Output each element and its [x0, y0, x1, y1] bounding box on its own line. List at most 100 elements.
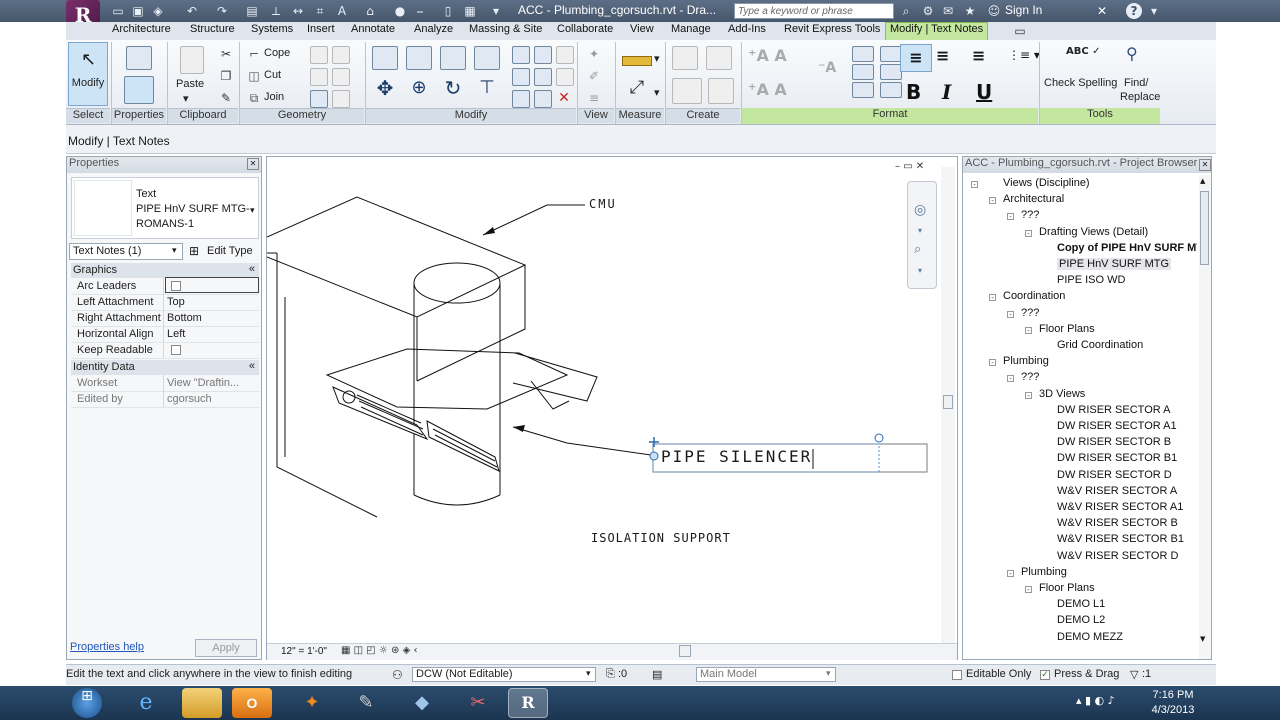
dimension-dropdown-icon[interactable]: ▾ [654, 86, 660, 99]
revit-taskbar-icon[interactable]: R [508, 688, 548, 718]
leader-attach-middle-icon[interactable] [852, 64, 874, 80]
worksets-icon[interactable]: ⚇ [392, 668, 403, 682]
chevron-down-icon[interactable]: ▾ [586, 668, 591, 679]
browser-tree-item[interactable]: Floor Plans [1039, 582, 1095, 594]
vertical-scrollbar[interactable] [941, 167, 955, 643]
user-icon[interactable]: ☺ [986, 3, 1002, 19]
subscription-icon[interactable]: ⚙ [920, 3, 936, 19]
browser-tree-item[interactable]: DEMO L2 [1057, 614, 1105, 626]
paste-dropdown-icon[interactable]: ▾ [183, 92, 189, 105]
tree-toggle-icon[interactable]: - [971, 181, 978, 189]
app-icon-1[interactable]: ✦ [292, 688, 332, 718]
tree-toggle-icon[interactable]: - [1007, 569, 1014, 577]
match-type-icon[interactable]: ✎ [218, 90, 234, 106]
delete-icon[interactable]: ✕ [556, 90, 572, 106]
tree-toggle-icon[interactable]: - [1025, 391, 1032, 399]
type-selector[interactable]: Text PIPE HnV SURF MTG- ROMANS-1 ▾ [71, 177, 259, 239]
tree-toggle-icon[interactable]: - [1007, 213, 1014, 221]
split-gap-icon[interactable] [534, 46, 552, 64]
browser-tree-item[interactable]: ??? [1021, 371, 1039, 383]
apply-button[interactable]: Apply [195, 639, 257, 657]
filter-icon[interactable]: ▽ [1130, 668, 1138, 681]
browser-tree-item[interactable]: W&V RISER SECTOR B1 [1057, 533, 1184, 545]
tree-toggle-icon[interactable]: - [989, 197, 996, 205]
trim-extend-icon[interactable]: ⊤ [474, 79, 500, 102]
browser-tree-item[interactable]: Architectural [1003, 193, 1064, 205]
scroll-down-icon[interactable]: ▼ [1200, 635, 1205, 643]
properties-help-link[interactable]: Properties help [70, 641, 144, 653]
browser-tree-item[interactable]: DW RISER SECTOR B1 [1057, 452, 1177, 464]
steering-wheel-icon[interactable]: ◎ [914, 202, 926, 218]
align-left-icon[interactable]: ≡ [900, 44, 932, 72]
view-scale[interactable]: 12" = 1'-0" [281, 646, 327, 657]
list-format-icon[interactable]: ⋮≡ ▾ [1008, 48, 1040, 62]
browser-tree-item[interactable]: W&V RISER SECTOR D [1057, 550, 1178, 562]
press-drag-checkbox[interactable]: ✓ [1040, 670, 1050, 680]
tab-structure[interactable]: Structure [190, 23, 235, 41]
browser-tree-item[interactable]: DEMO L1 [1057, 598, 1105, 610]
split-element-icon[interactable] [512, 46, 530, 64]
array-icon[interactable] [512, 68, 530, 86]
outlook-icon[interactable]: O [232, 688, 272, 718]
exchange-icon[interactable]: ✕ [1094, 3, 1110, 19]
browser-tree-item[interactable]: PIPE ISO WD [1057, 274, 1125, 286]
override-graphics-icon[interactable]: ✐ [586, 68, 602, 84]
browser-tree-item[interactable]: W&V RISER SECTOR B [1057, 517, 1178, 529]
check-spelling-button[interactable]: Check Spelling [1044, 77, 1117, 89]
prop-keep-readable[interactable]: Keep Readable [71, 342, 259, 359]
tree-toggle-icon[interactable]: - [1025, 586, 1032, 594]
prop-arc-leaders[interactable]: Arc Leaders [71, 277, 259, 295]
scale-icon[interactable] [534, 68, 552, 86]
collapse-icon[interactable]: « [249, 360, 255, 372]
prop-value[interactable]: Top [167, 296, 185, 308]
tab-annotate[interactable]: Annotate [351, 23, 395, 41]
leader-attach-top-icon[interactable] [852, 46, 874, 62]
demolish-icon[interactable] [332, 68, 350, 86]
tab-analyze[interactable]: Analyze [414, 23, 453, 41]
browser-tree-item[interactable]: DW RISER SECTOR A [1057, 404, 1170, 416]
scroll-up-icon[interactable]: ▲ [1200, 177, 1205, 185]
instance-filter-select[interactable]: Text Notes (1) ▾ [69, 243, 183, 260]
dimension-icon[interactable]: ↔ [290, 3, 306, 19]
paste-icon[interactable] [180, 46, 204, 74]
tab-manage[interactable]: Manage [671, 23, 711, 41]
communication-icon[interactable]: ✉ [940, 3, 956, 19]
text-note-editor[interactable]: PIPE SILENCER [661, 447, 812, 466]
cope-button[interactable]: Cope [264, 47, 290, 59]
browser-tree-item[interactable]: ??? [1021, 209, 1039, 221]
move-icon[interactable]: ✥ [372, 78, 398, 102]
paste-button[interactable]: Paste [176, 78, 204, 90]
browser-tree-item[interactable]: DW RISER SECTOR D [1057, 469, 1172, 481]
prop-right-attachment[interactable]: Right Attachment Bottom [71, 310, 259, 327]
3d-view-icon[interactable]: ⌂ [362, 3, 378, 19]
view-control-icons[interactable]: ▦ ◫ ◰ ☼ ⊛ ◈ ‹ [341, 645, 417, 656]
cope-icon[interactable]: ⌐ [246, 46, 262, 62]
sign-in-link[interactable]: Sign In [1005, 3, 1042, 17]
keep-readable-checkbox[interactable] [171, 345, 181, 355]
chevron-down-icon[interactable]: ▾ [918, 226, 922, 235]
rotate-icon[interactable]: ↻ [440, 78, 466, 102]
undo-icon[interactable]: ↶ [184, 3, 200, 19]
create-group-icon[interactable] [706, 46, 732, 70]
help-icon[interactable]: ? [1126, 3, 1142, 19]
taskbar-clock[interactable]: 7:16 PM 4/3/2013 [1146, 688, 1200, 718]
ribbon-minimize-icon[interactable]: ▭ [1012, 23, 1028, 39]
edit-type-button[interactable]: ⊞ Edit Type [187, 243, 257, 260]
browser-tree-item[interactable]: ??? [1021, 307, 1039, 319]
tab-collaborate[interactable]: Collaborate [557, 23, 613, 41]
browser-tree-item[interactable]: W&V RISER SECTOR A [1057, 485, 1177, 497]
trim-multiple-icon[interactable] [512, 90, 530, 108]
tree-toggle-icon[interactable]: - [1025, 326, 1032, 334]
prop-value[interactable]: Left [167, 328, 185, 340]
horizontal-scroll-thumb[interactable] [679, 645, 691, 657]
prop-horizontal-align[interactable]: Horizontal Align Left [71, 326, 259, 343]
browser-tree-item[interactable]: Drafting Views (Detail) [1039, 226, 1148, 238]
chevron-down-icon[interactable]: ▾ [918, 266, 922, 275]
file-explorer-icon[interactable] [182, 688, 222, 718]
tree-toggle-icon[interactable]: - [1025, 229, 1032, 237]
close-icon[interactable]: ✕ [1199, 159, 1211, 171]
scroll-thumb[interactable] [943, 395, 953, 409]
align-center-icon[interactable]: ≡ [936, 46, 949, 65]
browser-tree-item[interactable]: PIPE HnV SURF MTG [1057, 258, 1172, 270]
tag-icon[interactable]: ⌗ [312, 3, 328, 19]
